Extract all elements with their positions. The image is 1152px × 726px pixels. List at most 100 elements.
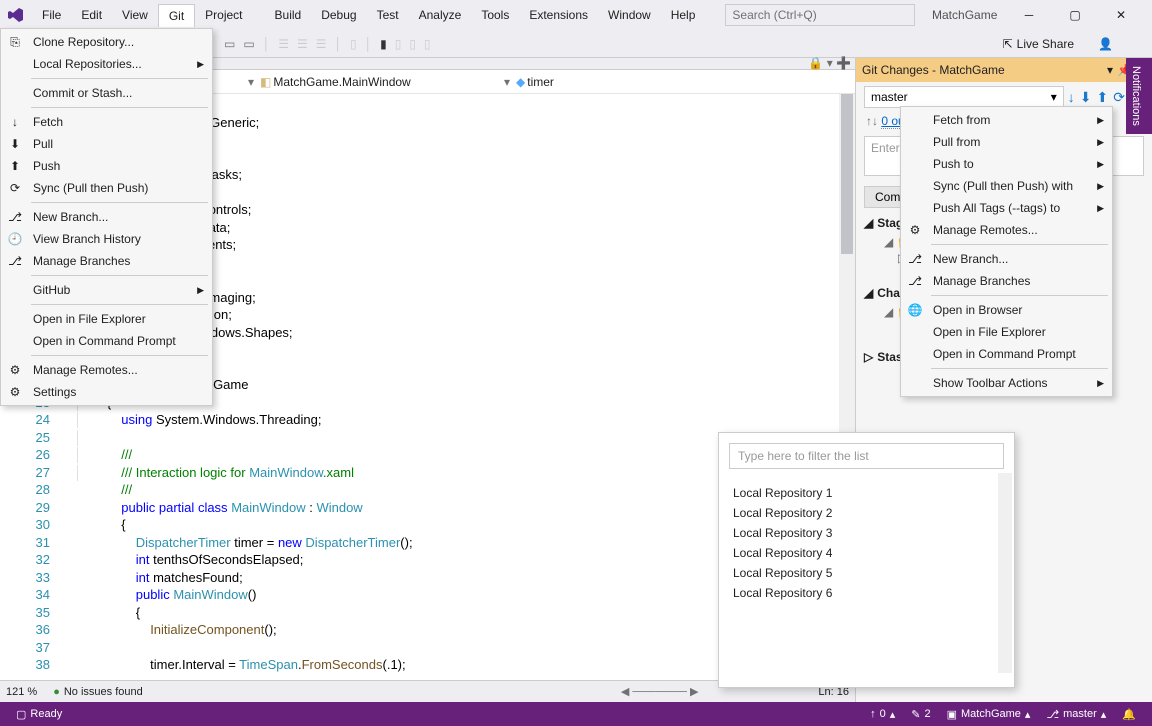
menu-item-fetch[interactable]: ↓Fetch xyxy=(1,111,212,133)
minimize-button[interactable]: ─ xyxy=(1014,8,1044,22)
breadcrumb-class[interactable]: ◧ MatchGame.MainWindow ▾ xyxy=(260,75,510,89)
notifications-tab[interactable]: Notifications xyxy=(1126,58,1152,134)
repo-list-item[interactable]: Local Repository 4 xyxy=(733,543,1000,563)
menu-item-sync-pull-then-push-with[interactable]: Sync (Pull then Push) with▶ xyxy=(901,175,1112,197)
expand-icon: ◢ xyxy=(884,235,893,249)
expand-icon: ◢ xyxy=(864,216,873,230)
git-panel-title: Git Changes - MatchGame ▾ 📌 ✕ xyxy=(856,58,1152,82)
status-branch[interactable]: ⎇ master ▴ xyxy=(1038,708,1114,721)
zoom-level[interactable]: 121 % xyxy=(6,686,37,698)
menu-help[interactable]: Help xyxy=(661,4,706,26)
class-icon: ◧ xyxy=(260,75,271,89)
toolbar-icon[interactable]: ☰ xyxy=(316,37,327,51)
toolbar-buttons[interactable]: ▭ ▭ │ ☰ ☰ ☰ │ ▯ │ ▮ ▯ ▯ ▯ xyxy=(224,37,431,51)
status-outgoing[interactable]: ↑ 0 ▴ xyxy=(862,708,903,721)
repo-list-item[interactable]: Local Repository 3 xyxy=(733,523,1000,543)
menu-item-pull[interactable]: ⬇Pull xyxy=(1,133,212,155)
menu-edit[interactable]: Edit xyxy=(71,4,112,26)
breadcrumb-class-label: MatchGame.MainWindow xyxy=(273,75,410,89)
repo-list-item[interactable]: Local Repository 5 xyxy=(733,563,1000,583)
repo-list-item[interactable]: Local Repository 1 xyxy=(733,483,1000,503)
menu-item-github[interactable]: GitHub▶ xyxy=(1,279,212,301)
menu-view[interactable]: View xyxy=(112,4,158,26)
menu-item-commit-or-stash-[interactable]: Commit or Stash... xyxy=(1,82,212,104)
repo-list-item[interactable]: Local Repository 2 xyxy=(733,503,1000,523)
menu-git[interactable]: Git xyxy=(158,4,195,27)
window-title: MatchGame xyxy=(925,8,1004,22)
menu-item-manage-remotes-[interactable]: ⚙Manage Remotes... xyxy=(1,359,212,381)
status-changes[interactable]: ✎ 2 xyxy=(903,708,938,721)
issues-text[interactable]: No issues found xyxy=(64,686,143,698)
issues-icon: ● xyxy=(53,686,60,698)
menu-item-open-in-file-explorer[interactable]: Open in File Explorer xyxy=(901,321,1112,343)
user-icon[interactable]: 👤 xyxy=(1098,37,1113,51)
status-ready: ▢ Ready xyxy=(8,708,70,721)
menu-extensions[interactable]: Extensions xyxy=(519,4,598,26)
menu-build[interactable]: Build xyxy=(265,4,312,26)
menu-item-pull-from[interactable]: Pull from▶ xyxy=(901,131,1112,153)
menu-item-show-toolbar-actions[interactable]: Show Toolbar Actions▶ xyxy=(901,372,1112,394)
live-share-button[interactable]: ⇱ Live Share 👤 xyxy=(1003,37,1148,51)
toolbar-icon[interactable]: ▭ xyxy=(224,37,235,51)
menu-item-local-repositories-[interactable]: Local Repositories...▶ xyxy=(1,53,212,75)
field-icon: ◆ xyxy=(516,75,525,89)
search-input[interactable]: Search (Ctrl+Q) xyxy=(725,4,915,26)
menu-file[interactable]: File xyxy=(32,4,71,26)
maximize-button[interactable]: ▢ xyxy=(1060,8,1090,22)
breadcrumb-member[interactable]: ◆ timer xyxy=(516,75,554,89)
menu-item-open-in-browser[interactable]: 🌐Open in Browser xyxy=(901,299,1112,321)
menu-window[interactable]: Window xyxy=(598,4,661,26)
branch-name: master xyxy=(871,90,908,104)
pin-icon[interactable]: 🔒 ▾ ➕ xyxy=(808,56,851,70)
menu-item-open-in-command-prompt[interactable]: Open in Command Prompt xyxy=(901,343,1112,365)
menu-item-manage-branches[interactable]: ⎇Manage Branches xyxy=(901,270,1112,292)
menu-item-settings[interactable]: ⚙Settings xyxy=(1,381,212,403)
breadcrumb-member-label: timer xyxy=(527,75,554,89)
chevron-down-icon: ▾ xyxy=(1051,90,1057,104)
toolbar-icon[interactable]: ▯ xyxy=(424,37,431,51)
menu-item-open-in-file-explorer[interactable]: Open in File Explorer xyxy=(1,308,212,330)
status-bell-icon[interactable]: 🔔 xyxy=(1114,708,1144,721)
vs-logo-icon xyxy=(6,5,26,25)
menu-item-new-branch-[interactable]: ⎇New Branch... xyxy=(1,206,212,228)
menu-test[interactable]: Test xyxy=(367,4,409,26)
menu-tools[interactable]: Tools xyxy=(471,4,519,26)
menu-project[interactable]: Project xyxy=(195,4,252,26)
menu-analyze[interactable]: Analyze xyxy=(409,4,472,26)
bookmark-icon[interactable]: ▮ xyxy=(380,37,387,51)
status-bar: ▢ Ready ↑ 0 ▴ ✎ 2 ▣ MatchGame ▴ ⎇ master… xyxy=(0,702,1152,726)
close-button[interactable]: ✕ xyxy=(1106,8,1136,22)
menu-item-view-branch-history[interactable]: 🕘View Branch History xyxy=(1,228,212,250)
repo-filter-input[interactable]: Type here to filter the list xyxy=(729,443,1004,469)
menu-item-clone-repository-[interactable]: ⎘Clone Repository... xyxy=(1,31,212,53)
menu-item-manage-branches[interactable]: ⎇Manage Branches xyxy=(1,250,212,272)
push-icon[interactable]: ⬆ xyxy=(1097,89,1109,106)
repo-list-item[interactable]: Local Repository 6 xyxy=(733,583,1000,603)
menu-bar: File Edit View Git Project Build Debug T… xyxy=(32,4,705,27)
menu-item-manage-remotes-[interactable]: ⚙Manage Remotes... xyxy=(901,219,1112,241)
toolbar-icon[interactable]: ▯ xyxy=(409,37,416,51)
toolbar-icon[interactable]: ☰ xyxy=(278,37,289,51)
status-project[interactable]: ▣ MatchGame ▴ xyxy=(939,708,1039,721)
local-repositories-popup: Type here to filter the list Local Repos… xyxy=(718,432,1015,688)
menu-item-push-to[interactable]: Push to▶ xyxy=(901,153,1112,175)
fetch-icon[interactable]: ↓ xyxy=(1068,89,1075,106)
menu-item-push[interactable]: ⬆Push xyxy=(1,155,212,177)
branch-select[interactable]: master ▾ xyxy=(864,86,1064,108)
menu-item-sync-pull-then-push-[interactable]: ⟳Sync (Pull then Push) xyxy=(1,177,212,199)
toolbar-icon[interactable]: ▭ xyxy=(243,37,254,51)
menu-item-fetch-from[interactable]: Fetch from▶ xyxy=(901,109,1112,131)
menu-item-push-all-tags-tags-to[interactable]: Push All Tags (--tags) to▶ xyxy=(901,197,1112,219)
toolbar-icon[interactable]: ▯ xyxy=(350,37,357,51)
menu-debug[interactable]: Debug xyxy=(311,4,366,26)
dropdown-icon[interactable]: ▾ xyxy=(1107,63,1113,77)
pull-icon[interactable]: ⬇ xyxy=(1080,89,1092,106)
live-share-icon: ⇱ xyxy=(1003,37,1013,51)
toolbar-icon[interactable]: ▯ xyxy=(395,37,402,51)
toolbar-icon[interactable]: ☰ xyxy=(297,37,308,51)
menu-item-new-branch-[interactable]: ⎇New Branch... xyxy=(901,248,1112,270)
popup-scrollbar[interactable] xyxy=(998,473,1012,673)
outgoing-icon: ↑↓ xyxy=(866,114,878,128)
sync-icon[interactable]: ⟳ xyxy=(1113,89,1125,106)
menu-item-open-in-command-prompt[interactable]: Open in Command Prompt xyxy=(1,330,212,352)
